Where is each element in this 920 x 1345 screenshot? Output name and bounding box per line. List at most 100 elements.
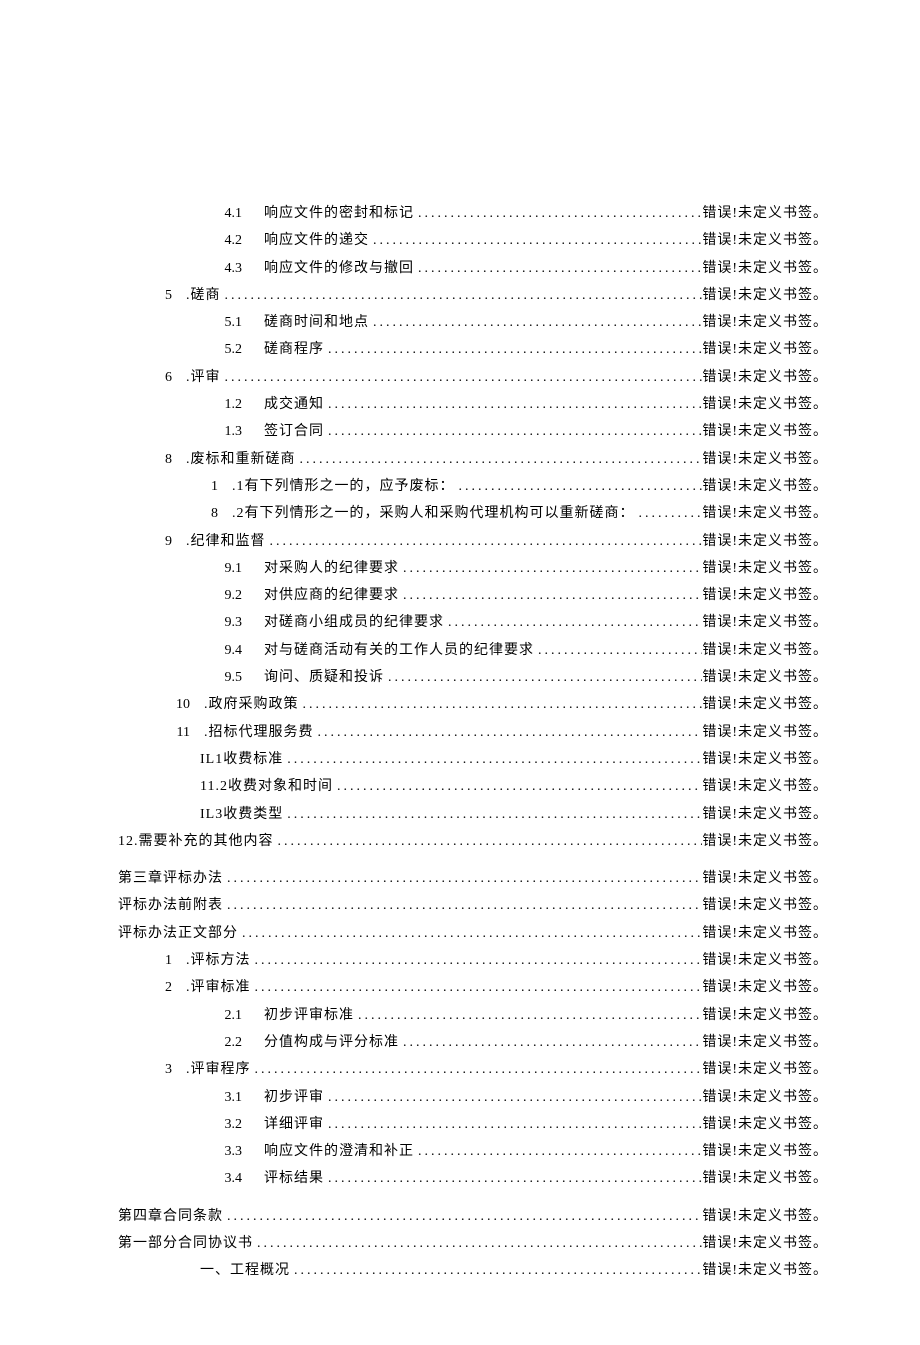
toc-text: 初步评审标准 <box>264 1002 354 1029</box>
leader-dots <box>283 746 702 773</box>
leader-dots <box>324 1165 702 1192</box>
page-ref: 错误!未定义书签。 <box>702 336 828 363</box>
leader-dots <box>296 446 703 473</box>
leader-dots <box>324 418 702 445</box>
toc-text: 响应文件的密封和标记 <box>264 200 414 227</box>
leader-dots <box>333 773 702 800</box>
leader-dots <box>274 828 703 855</box>
page-ref: 错误!未定义书签。 <box>702 746 828 773</box>
leader-dots <box>324 1111 702 1138</box>
toc-text: .纪律和监督 <box>186 528 266 555</box>
page-ref: 错误!未定义书签。 <box>702 1029 828 1056</box>
toc-entry: 一、工程概况 错误!未定义书签。 <box>118 1257 828 1284</box>
toc-number: 2 <box>154 974 172 1001</box>
leader-dots <box>251 947 703 974</box>
page-ref: 错误!未定义书签。 <box>702 1056 828 1083</box>
toc-text: 对供应商的纪律要求 <box>264 582 399 609</box>
toc-text: 成交通知 <box>264 391 324 418</box>
toc-number: 9.1 <box>200 555 242 582</box>
toc-entry: 5.磋商错误!未定义书签。 <box>118 282 828 309</box>
page-ref: 错误!未定义书签。 <box>702 255 828 282</box>
toc-text: 对采购人的纪律要求 <box>264 555 399 582</box>
toc-entry: 6.评审错误!未定义书签。 <box>118 364 828 391</box>
toc-text: 对与磋商活动有关的工作人员的纪律要求 <box>264 637 534 664</box>
toc-text: 磋商时间和地点 <box>264 309 369 336</box>
toc-entry: 评标办法正文部分错误!未定义书签。 <box>118 920 828 947</box>
toc-number: 2.1 <box>200 1002 242 1029</box>
toc-entry: 9.3对磋商小组成员的纪律要求错误!未定义书签。 <box>118 609 828 636</box>
page-ref: 错误!未定义书签。 <box>702 446 828 473</box>
chapter-title: 第三章评标办法 <box>118 865 223 892</box>
toc-text: 响应文件的澄清和补正 <box>264 1138 414 1165</box>
page-ref: 错误!未定义书签。 <box>702 1111 828 1138</box>
toc-text: .评审程序 <box>186 1056 251 1083</box>
leader-dots <box>253 1230 702 1257</box>
leader-dots <box>414 200 702 227</box>
page-ref: 错误!未定义书签。 <box>702 1230 828 1257</box>
page-ref: 错误!未定义书签。 <box>702 282 828 309</box>
leader-dots <box>414 1138 702 1165</box>
page-ref: 错误!未定义书签。 <box>702 828 828 855</box>
toc-entry: 1.1有下列情形之一的，应予废标：错误!未定义书签。 <box>118 473 828 500</box>
toc-entry: 5.1磋商时间和地点错误!未定义书签。 <box>118 309 828 336</box>
page-ref: 错误!未定义书签。 <box>702 773 828 800</box>
chapter-title: 第四章合同条款 <box>118 1203 223 1230</box>
page-ref: 错误!未定义书签。 <box>702 1203 828 1230</box>
toc-entry: 9.纪律和监督错误!未定义书签。 <box>118 528 828 555</box>
chapter-3-heading: 第三章评标办法 错误!未定义书签。 <box>118 865 828 892</box>
toc-entry: 第一部分合同协议书 错误!未定义书签。 <box>118 1230 828 1257</box>
toc-text: .评审标准 <box>186 974 251 1001</box>
toc-entry: 4.1响应文件的密封和标记错误!未定义书签。 <box>118 200 828 227</box>
page-ref: 错误!未定义书签。 <box>702 473 828 500</box>
toc-text: .磋商 <box>186 282 221 309</box>
toc-text: IL1收费标准 <box>200 746 283 773</box>
leader-dots <box>223 892 702 919</box>
toc-entry: 8 .2有下列情形之一的，采购人和采购代理机构可以重新磋商： 错误!未定义书签。 <box>118 500 828 527</box>
toc-text: 详细评审 <box>264 1111 324 1138</box>
toc-entry: 8.废标和重新磋商错误!未定义书签。 <box>118 446 828 473</box>
toc-number: 1 <box>154 947 172 974</box>
toc-text: .评审 <box>186 364 221 391</box>
leader-dots <box>290 1257 702 1284</box>
page-ref: 错误!未定义书签。 <box>702 364 828 391</box>
toc-text: 评标结果 <box>264 1165 324 1192</box>
toc-text: 一、工程概况 <box>200 1257 290 1284</box>
toc-page: 4.1响应文件的密封和标记错误!未定义书签。4.2响应文件的递交错误!未定义书签… <box>0 0 920 1345</box>
page-ref: 错误!未定义书签。 <box>702 920 828 947</box>
toc-number: 1 <box>200 473 218 500</box>
toc-number: 4.1 <box>200 200 242 227</box>
toc-entry: 3.评审程序错误!未定义书签。 <box>118 1056 828 1083</box>
page-ref: 错误!未定义书签。 <box>702 528 828 555</box>
leader-dots <box>221 282 703 309</box>
toc-entry: IL3收费类型错误!未定义书签。 <box>118 801 828 828</box>
toc-text: .2有下列情形之一的，采购人和采购代理机构可以重新磋商： <box>232 500 635 527</box>
toc-entry: 9.4对与磋商活动有关的工作人员的纪律要求错误!未定义书签。 <box>118 637 828 664</box>
page-ref: 错误!未定义书签。 <box>702 719 828 746</box>
leader-dots <box>414 255 702 282</box>
page-ref: 错误!未定义书签。 <box>702 1002 828 1029</box>
toc-number: 3.3 <box>200 1138 242 1165</box>
toc-number: 9.5 <box>200 664 242 691</box>
toc-text: 第一部分合同协议书 <box>118 1230 253 1257</box>
toc-number: 8 <box>200 500 218 527</box>
page-ref: 错误!未定义书签。 <box>702 892 828 919</box>
toc-entry: 10.政府采购政策错误!未定义书签。 <box>118 691 828 718</box>
page-ref: 错误!未定义书签。 <box>702 609 828 636</box>
toc-entry: 3.1初步评审错误!未定义书签。 <box>118 1084 828 1111</box>
page-ref: 错误!未定义书签。 <box>702 418 828 445</box>
chapter-4-heading: 第四章合同条款 错误!未定义书签。 <box>118 1203 828 1230</box>
page-ref: 错误!未定义书签。 <box>702 1257 828 1284</box>
toc-text: .招标代理服务费 <box>204 719 314 746</box>
page-ref: 错误!未定义书签。 <box>702 500 828 527</box>
leader-dots <box>399 1029 702 1056</box>
toc-number: 10 <box>154 691 190 718</box>
leader-dots <box>266 528 703 555</box>
toc-text: .废标和重新磋商 <box>186 446 296 473</box>
leader-dots <box>238 920 702 947</box>
toc-number: 1.3 <box>200 418 242 445</box>
toc-number: 3.1 <box>200 1084 242 1111</box>
toc-entry: 4.2响应文件的递交错误!未定义书签。 <box>118 227 828 254</box>
page-ref: 错误!未定义书签。 <box>702 1165 828 1192</box>
page-ref: 错误!未定义书签。 <box>702 555 828 582</box>
toc-entry: 1.2成交通知错误!未定义书签。 <box>118 391 828 418</box>
